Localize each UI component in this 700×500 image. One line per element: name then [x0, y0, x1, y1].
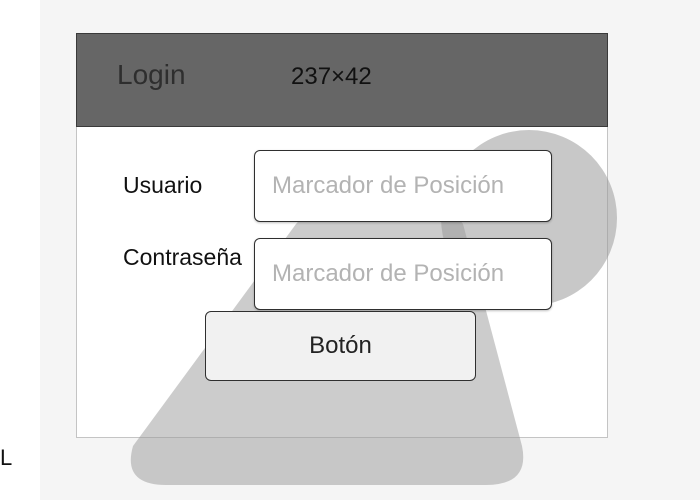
- password-input[interactable]: [254, 238, 552, 310]
- size-readout: 237×42: [291, 63, 372, 90]
- username-input[interactable]: [254, 150, 552, 222]
- password-label: Contraseña: [123, 244, 242, 270]
- submit-button[interactable]: Botón: [205, 311, 476, 381]
- username-label: Usuario: [123, 172, 203, 198]
- edge-glyph: L: [0, 445, 13, 470]
- panel-title: Login: [117, 59, 186, 90]
- panel-header: Login 237×42: [76, 33, 608, 127]
